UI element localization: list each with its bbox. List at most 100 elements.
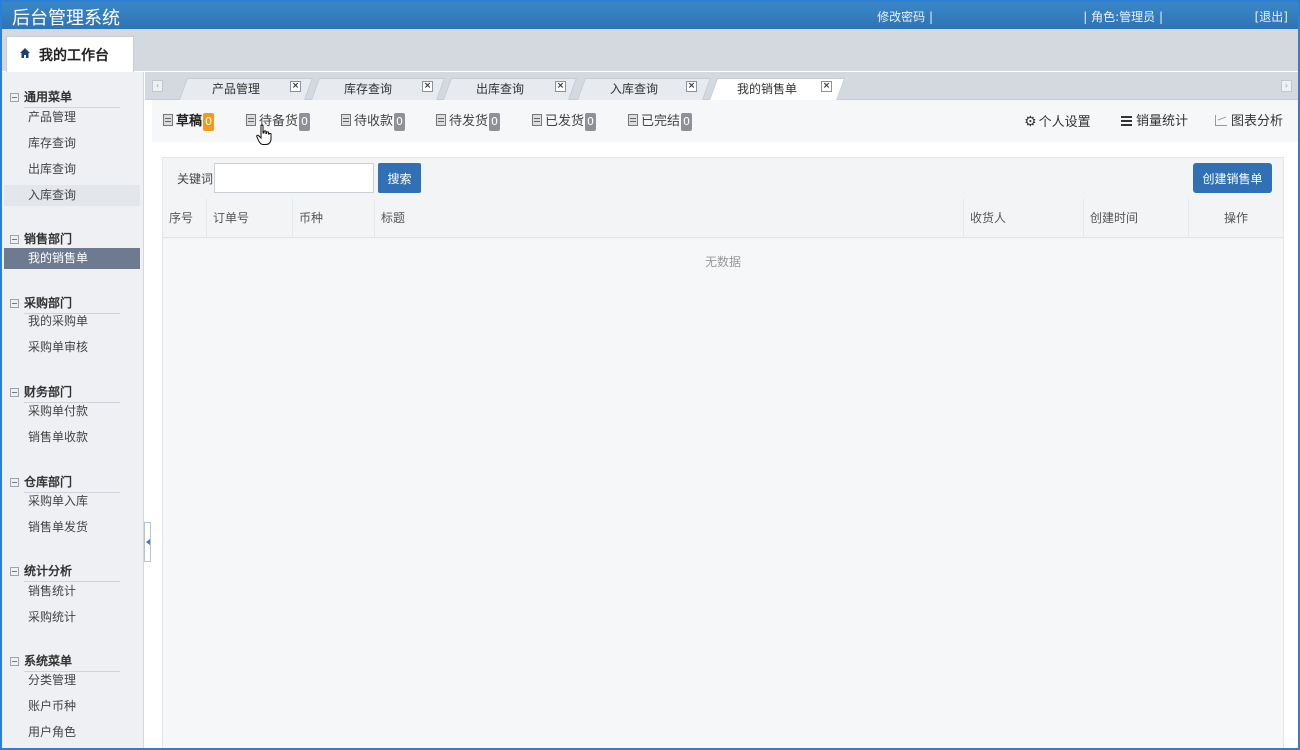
sidebar-item[interactable]: 销售单收款 — [4, 427, 140, 448]
home-icon — [20, 48, 30, 58]
tab-1[interactable]: 产品管理 — [191, 78, 281, 100]
sidebar: 通用菜单产品管理库存查询出库查询入库查询销售部门我的销售单采购部门 我的采购单采购… — [2, 72, 144, 748]
menu-group-purchasing[interactable]: 采购部门 — [10, 294, 72, 311]
column-header-index[interactable]: 序号 — [163, 199, 207, 237]
count-badge: 0 — [394, 113, 406, 131]
tab-3[interactable]: 出库查询 — [455, 78, 545, 100]
header-band — [2, 29, 1298, 71]
column-header-actions: 操作 — [1223, 211, 1248, 225]
role-label: | 角色:管理员 | — [1083, 10, 1163, 24]
collapse-minus-icon — [10, 299, 19, 308]
status-tab-5[interactable]: 已发货 0 — [532, 112, 597, 132]
workbench-tab[interactable]: 我的工作台 — [6, 36, 134, 72]
menu-group-label: 仓库部门 — [24, 475, 73, 489]
status-tab-label: 已完结 — [641, 114, 681, 129]
menu-group-system[interactable]: 系统菜单 — [10, 652, 72, 669]
menu-group-label: 采购部门 — [24, 296, 73, 310]
tab-strip: ‹ › 产品管理 × 库存查询 × 出库查询 × 入库查询 × 我的销售单 × — [145, 72, 1298, 101]
keyword-input[interactable] — [214, 163, 374, 193]
column-header-order-no[interactable]: 订单号 — [207, 199, 293, 237]
top-bar: 后台管理系统 修改密码 | | 角色:管理员 | [退出] — [2, 2, 1298, 29]
sidebar-item[interactable]: 我的销售单 — [4, 248, 140, 269]
status-tab-label: 已发货 — [545, 114, 585, 129]
personal-settings-link[interactable]: ⚙ 个人设置 — [1024, 112, 1091, 132]
app-window: 后台管理系统 修改密码 | | 角色:管理员 | [退出] 我的工作台 通用菜单… — [2, 2, 1298, 748]
close-icon[interactable]: × — [555, 81, 566, 92]
count-badge: 0 — [585, 113, 597, 131]
menu-group-finance[interactable]: 财务部门 — [10, 383, 72, 400]
sidebar-collapse-handle[interactable] — [144, 522, 151, 562]
sales-order-panel: 关键词 搜索 创建销售单 序号 订单号 币种 标题 收货人 创建时间 操作 无数… — [162, 157, 1284, 748]
table-body: 无数据 — [163, 239, 1283, 748]
status-tabs-bar: ⚙ 个人设置 销量统计 图表分析 草稿 0 待备货 0 待收款 0 待发货 0 已发货 0 已完结 0 — [152, 100, 1298, 145]
menu-group-label: 统计分析 — [24, 564, 73, 578]
chart-analysis-label: 图表分析 — [1231, 114, 1284, 129]
close-icon[interactable]: × — [821, 81, 832, 92]
document-icon — [628, 114, 638, 126]
document-icon — [341, 114, 351, 126]
menu-group-label: 通用菜单 — [24, 90, 73, 104]
change-password-link[interactable]: 修改密码 | — [877, 8, 933, 25]
tab-scroll-left-icon[interactable]: ‹ — [152, 80, 163, 92]
column-header-title[interactable]: 标题 — [375, 199, 964, 237]
menu-group-warehouse[interactable]: 仓库部门 — [10, 473, 72, 490]
workbench-label: 我的工作台 — [39, 48, 109, 64]
sidebar-item[interactable]: 采购单入库 — [4, 491, 140, 512]
list-icon — [1121, 116, 1132, 125]
document-icon — [436, 114, 446, 126]
sidebar-item[interactable]: 库存查询 — [4, 133, 140, 154]
collapse-minus-icon — [10, 235, 19, 244]
column-header-receiver[interactable]: 收货人 — [964, 199, 1084, 237]
main-content: ⚙ 个人设置 销量统计 图表分析 草稿 0 待备货 0 待收款 0 待发货 0 已发货 0 已完结 0 … — [152, 100, 1298, 748]
sidebar-item[interactable]: 入库查询 — [4, 185, 140, 206]
gear-icon: ⚙ — [1024, 114, 1037, 130]
sales-stats-link[interactable]: 销量统计 — [1121, 112, 1188, 132]
menu-group-label: 财务部门 — [24, 385, 73, 399]
status-tab-3[interactable]: 待收款 0 — [341, 112, 406, 132]
sidebar-item[interactable]: 我的采购单 — [4, 311, 140, 332]
close-icon[interactable]: × — [686, 81, 697, 92]
close-icon[interactable]: × — [422, 81, 433, 92]
tab-5[interactable]: 我的销售单 — [721, 78, 813, 100]
column-header-created-time[interactable]: 创建时间 — [1084, 199, 1189, 237]
sidebar-item[interactable]: 采购单付款 — [4, 401, 140, 422]
collapse-minus-icon — [10, 657, 19, 666]
create-sales-order-button[interactable]: 创建销售单 — [1193, 163, 1272, 193]
search-button[interactable]: 搜索 — [378, 163, 421, 193]
tab-scroll-right-icon[interactable]: › — [1281, 80, 1292, 92]
sidebar-item[interactable]: 采购单审核 — [4, 337, 140, 358]
sidebar-item[interactable]: 采购统计 — [4, 607, 140, 628]
sidebar-item[interactable]: 销售统计 — [4, 581, 140, 602]
status-tab-2[interactable]: 待备货 0 — [246, 112, 311, 132]
column-header-currency[interactable]: 币种 — [293, 199, 375, 237]
collapse-minus-icon — [10, 93, 19, 102]
logout-link[interactable]: [退出] — [1255, 8, 1288, 25]
status-tab-6[interactable]: 已完结 0 — [628, 112, 693, 132]
tab-2[interactable]: 库存查询 — [323, 78, 413, 100]
chart-icon — [1215, 115, 1227, 126]
sidebar-item[interactable]: 产品管理 — [4, 107, 140, 128]
table-header: 序号 订单号 币种 标题 收货人 创建时间 操作 — [163, 199, 1283, 238]
count-badge: 0 — [681, 113, 693, 131]
status-tab-label: 待备货 — [259, 114, 299, 129]
collapse-minus-icon — [10, 388, 19, 397]
sales-stats-label: 销量统计 — [1136, 114, 1189, 129]
sidebar-item[interactable]: 用户角色 — [4, 722, 140, 743]
document-icon — [163, 114, 173, 126]
collapse-minus-icon — [10, 478, 19, 487]
menu-group-sales[interactable]: 销售部门 — [10, 230, 72, 247]
sidebar-item[interactable]: 分类管理 — [4, 670, 140, 691]
menu-group-label: 销售部门 — [24, 232, 73, 246]
tab-4[interactable]: 入库查询 — [589, 78, 679, 100]
chart-analysis-link[interactable]: 图表分析 — [1215, 112, 1283, 132]
status-tab-label: 草稿 — [176, 114, 203, 129]
status-tab-4[interactable]: 待发货 0 — [436, 112, 501, 132]
menu-group-statistics[interactable]: 统计分析 — [10, 562, 72, 579]
sidebar-item[interactable]: 出库查询 — [4, 159, 140, 180]
status-tab-1[interactable]: 草稿 0 — [163, 112, 215, 132]
sidebar-item[interactable]: 账户币种 — [4, 696, 140, 717]
app-title: 后台管理系统 — [12, 8, 120, 29]
sidebar-item[interactable]: 销售单发货 — [4, 517, 140, 538]
close-icon[interactable]: × — [290, 81, 301, 92]
menu-group-general[interactable]: 通用菜单 — [10, 88, 72, 105]
